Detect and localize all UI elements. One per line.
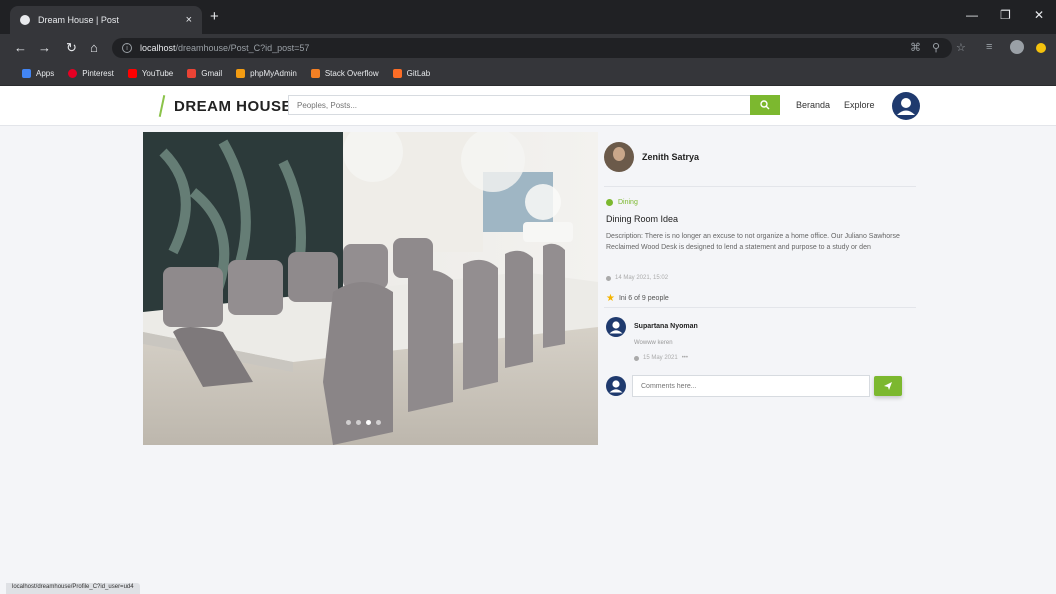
forward-icon[interactable]: →: [38, 40, 51, 55]
send-icon: [884, 382, 892, 390]
search-bar: [288, 95, 780, 115]
current-user-avatar-icon: [606, 376, 626, 396]
carousel-indicators: [346, 420, 381, 425]
comment-date: 15 May 2021: [643, 355, 678, 361]
carousel-dot-active[interactable]: [366, 420, 371, 425]
bookmark-gmail[interactable]: Gmail: [187, 69, 222, 78]
carousel-dot[interactable]: [346, 420, 351, 425]
commenter-avatar-icon[interactable]: [606, 317, 626, 337]
logo-text: DREAM HOUSE: [174, 97, 293, 115]
user-avatar-icon[interactable]: [892, 92, 920, 120]
url-field[interactable]: i localhost /dreamhouse/Post_C?id_post=5…: [112, 38, 952, 58]
comment-meta: 15 May 2021 •••: [634, 355, 688, 361]
tab-title: Dream House | Post: [38, 15, 119, 25]
carousel-dot[interactable]: [376, 420, 381, 425]
divider: [604, 186, 916, 187]
bookmark-pinterest[interactable]: Pinterest: [68, 69, 114, 78]
site-header: DREAM HOUSE Beranda Explore: [0, 86, 1056, 126]
author-avatar[interactable]: [604, 142, 634, 172]
nav-explore[interactable]: Explore: [844, 100, 875, 110]
url-path: /dreamhouse/Post_C?id_post=57: [175, 43, 310, 53]
clock-icon: [606, 275, 611, 281]
post-details-panel: Zenith Satrya Dining Dining Room Idea De…: [598, 132, 918, 445]
star-icon[interactable]: ★: [606, 293, 615, 304]
comment-more-icon[interactable]: •••: [682, 355, 688, 361]
tab-close-icon[interactable]: ×: [186, 14, 192, 26]
post-category: Dining: [606, 199, 638, 206]
browser-tab-bar: Dream House | Post × + — ❐ ✕: [0, 0, 1056, 34]
pinterest-icon: [68, 69, 78, 78]
bookmark-stackoverflow[interactable]: Stack Overflow: [310, 69, 379, 78]
logo-leaf-icon: [154, 95, 170, 117]
comment-form: [606, 375, 906, 399]
gitlab-icon: [392, 69, 402, 78]
reload-icon[interactable]: ↻: [66, 40, 77, 56]
status-bar-url: localhost/dreamhouse/Profile_C?id_user=u…: [6, 583, 140, 594]
clock-icon: [634, 355, 639, 361]
minimize-icon[interactable]: —: [966, 8, 978, 22]
bookmark-phpmyadmin[interactable]: phpMyAdmin: [236, 69, 297, 78]
site-info-icon[interactable]: i: [122, 43, 132, 53]
bookmark-star-icon[interactable]: ☆: [956, 41, 966, 54]
search-input[interactable]: [288, 95, 750, 115]
back-icon[interactable]: ←: [14, 40, 27, 55]
bookmark-youtube[interactable]: YouTube: [127, 69, 173, 78]
site-logo[interactable]: DREAM HOUSE: [154, 95, 292, 117]
profile-icon[interactable]: [1010, 40, 1024, 54]
bookmark-gitlab[interactable]: GitLab: [392, 69, 430, 78]
favicon-icon: [20, 15, 30, 25]
home-icon[interactable]: ⌂: [90, 40, 98, 55]
gmail-icon: [187, 69, 197, 78]
restore-icon[interactable]: ❐: [1000, 8, 1011, 22]
author-name[interactable]: Zenith Satrya: [642, 152, 699, 162]
likes-count: Ini 6 of 9 people: [618, 295, 669, 302]
divider: [604, 307, 916, 308]
comment-author[interactable]: Supartana Nyoman: [634, 323, 698, 330]
category-dot-icon: [606, 199, 613, 206]
post-title: Dining Room Idea: [606, 214, 679, 224]
nav-beranda[interactable]: Beranda: [796, 100, 830, 110]
dining-room-photo: [143, 132, 598, 445]
bookmark-apps[interactable]: Apps: [22, 69, 54, 78]
post-author[interactable]: Zenith Satrya: [604, 142, 699, 172]
youtube-icon: [127, 69, 137, 78]
window-close-icon[interactable]: ✕: [1034, 8, 1044, 22]
category-label: Dining: [618, 199, 638, 206]
comment-input[interactable]: [632, 375, 870, 397]
phpmyadmin-icon: [236, 69, 246, 78]
stackoverflow-icon: [310, 69, 320, 78]
translate-icon[interactable]: ⌘: [910, 41, 921, 54]
carousel-dot[interactable]: [356, 420, 361, 425]
search-icon: [760, 100, 770, 110]
search-button[interactable]: [750, 95, 780, 115]
browser-tab[interactable]: Dream House | Post ×: [10, 6, 202, 34]
post-likes[interactable]: ★ Ini 6 of 9 people: [606, 293, 669, 304]
bookmarks-bar: Apps Pinterest YouTube Gmail phpMyAdmin …: [0, 62, 1056, 86]
apps-icon: [22, 69, 31, 78]
send-comment-button[interactable]: [874, 376, 902, 396]
url-host: localhost: [140, 43, 176, 53]
comment-text: Wowww keren: [634, 340, 673, 346]
media-icon[interactable]: ≡: [986, 41, 992, 53]
extension-icon[interactable]: [1036, 43, 1046, 53]
post-image-carousel[interactable]: [143, 132, 598, 445]
post-date: 14 May 2021, 15:02: [606, 275, 668, 281]
post-description: Description: There is no longer an excus…: [606, 233, 900, 251]
address-bar: ← → ↻ ⌂ i localhost /dreamhouse/Post_C?i…: [0, 34, 1056, 62]
zoom-icon[interactable]: ⚲: [932, 41, 940, 54]
new-tab-icon[interactable]: +: [210, 8, 219, 25]
